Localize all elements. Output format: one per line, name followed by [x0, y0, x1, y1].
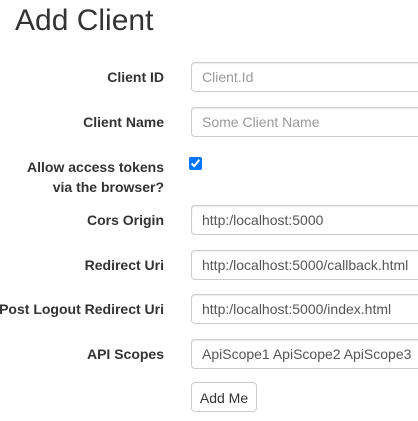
add-me-button[interactable]: Add Me — [191, 382, 257, 412]
cors-origin-label: Cors Origin — [86, 212, 164, 228]
redirect-uri-input[interactable] — [191, 250, 418, 280]
client-name-input[interactable] — [191, 107, 418, 137]
post-logout-redirect-uri-label: Post Logout Redirect Uri — [0, 301, 164, 317]
api-scopes-input[interactable] — [191, 339, 418, 369]
post-logout-redirect-uri-input[interactable] — [191, 294, 418, 324]
allow-tokens-checkbox[interactable] — [189, 157, 202, 170]
client-id-label: Client ID — [107, 69, 164, 85]
client-id-input[interactable] — [191, 62, 418, 92]
client-name-label: Client Name — [83, 114, 164, 130]
allow-tokens-label: Allow access tokens via the browser? — [27, 159, 164, 195]
cors-origin-input[interactable] — [191, 205, 418, 235]
page-title: Add Client — [15, 4, 154, 37]
api-scopes-label: API Scopes — [86, 346, 164, 362]
redirect-uri-label: Redirect Uri — [84, 257, 164, 273]
